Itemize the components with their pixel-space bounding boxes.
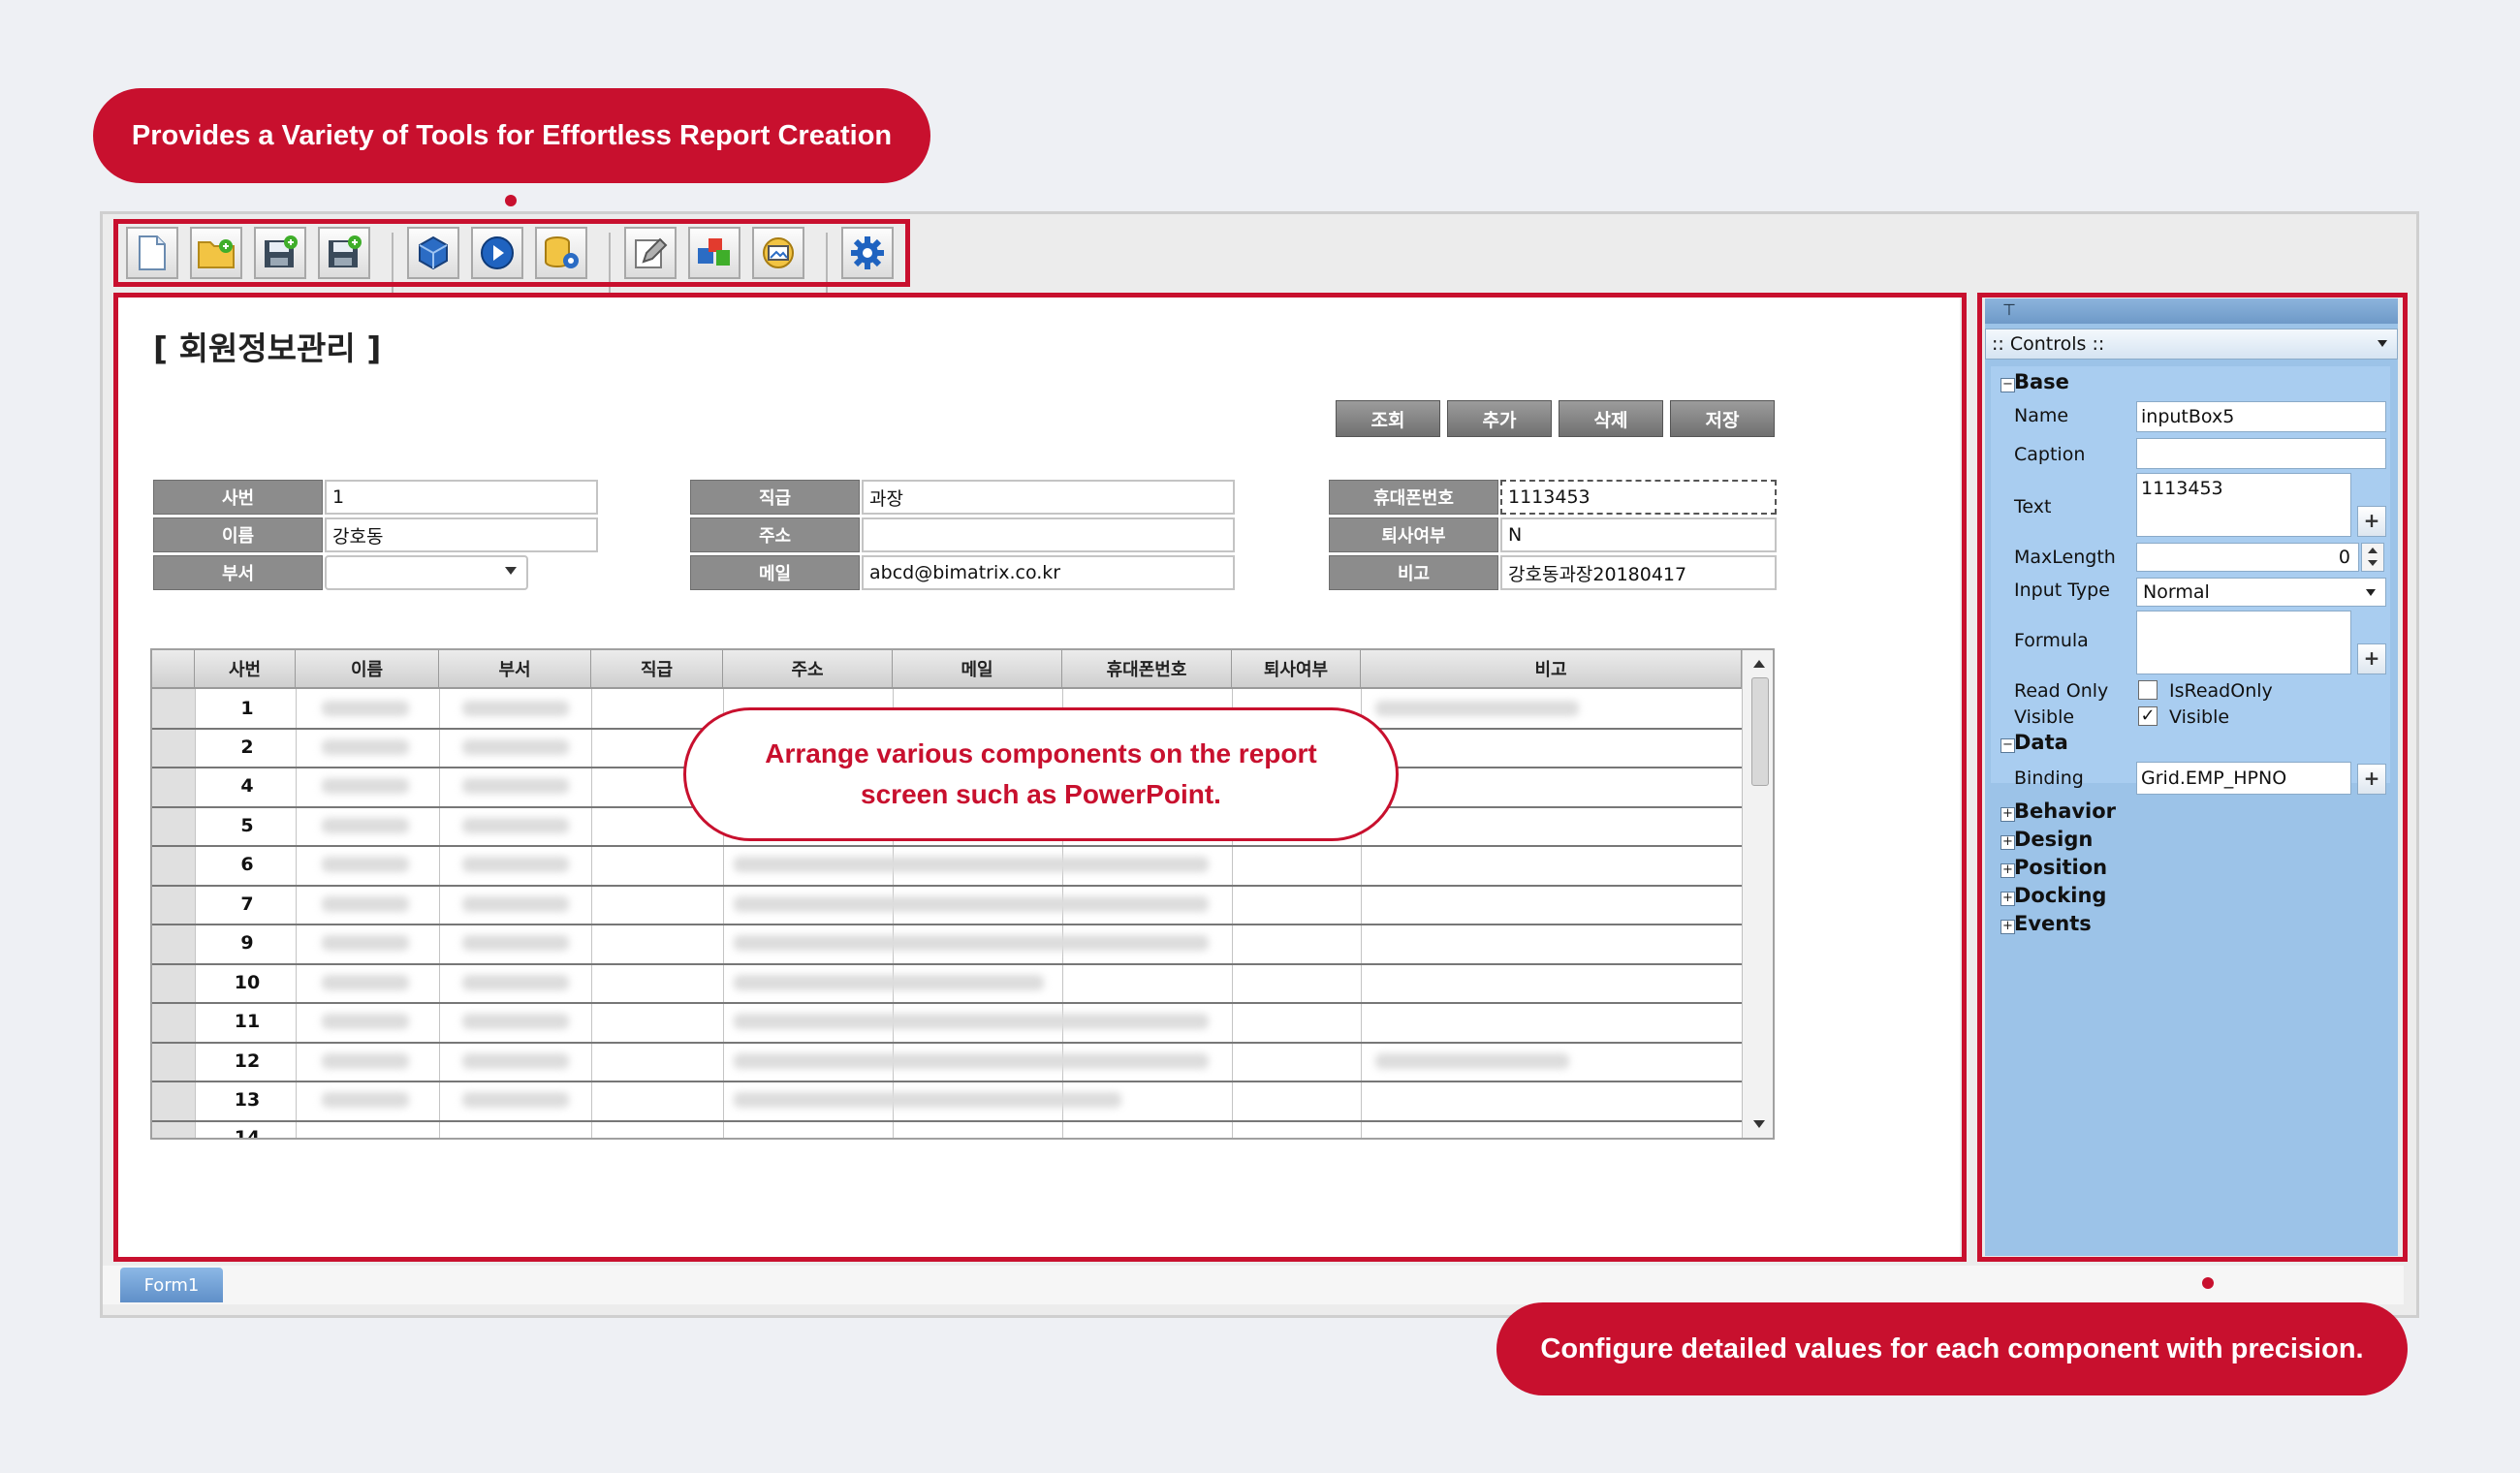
canvas-highlight [113,293,1967,1262]
callout-toolbar-pointer [505,195,517,206]
toolbar-highlight [113,219,910,287]
tab-form1[interactable]: Form1 [120,1268,223,1302]
properties-highlight [1977,293,2408,1262]
form-tab-bar [103,1266,2404,1304]
callout-toolbar: Provides a Variety of Tools for Effortle… [93,88,930,183]
callout-properties-pointer [2202,1277,2214,1289]
callout-properties: Configure detailed values for each compo… [1496,1302,2408,1395]
